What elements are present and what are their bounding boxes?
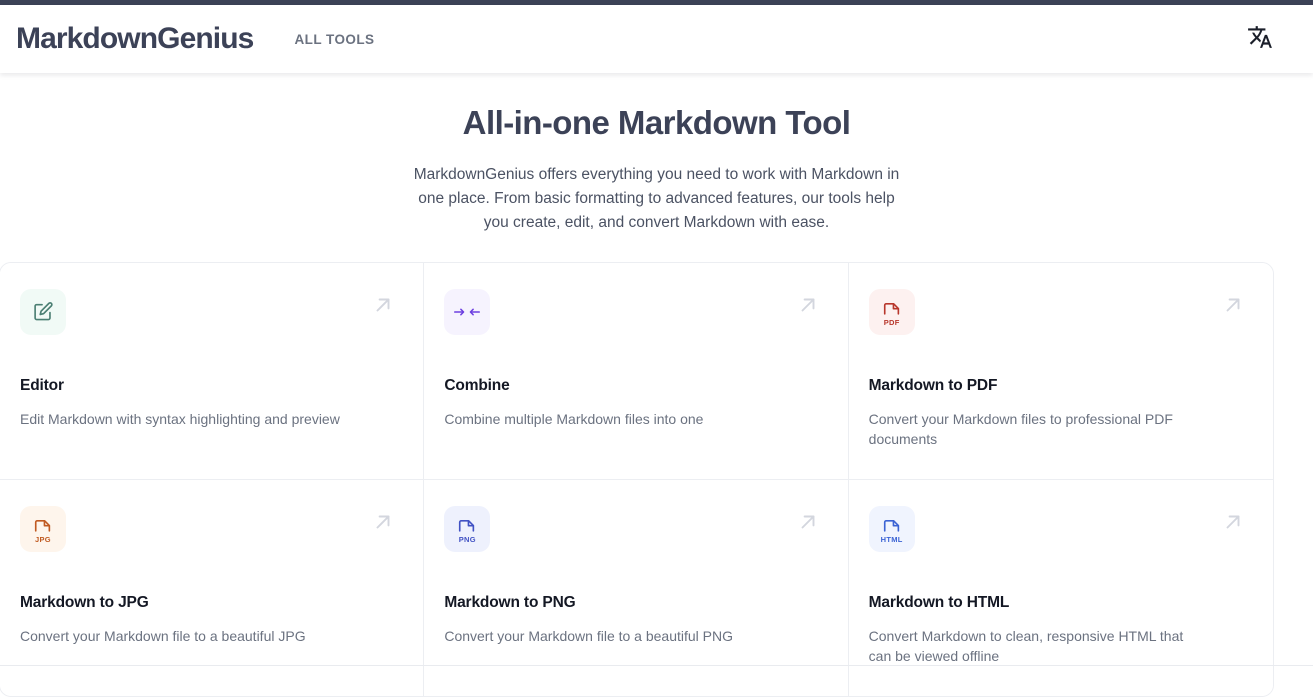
tool-card-title: Editor [20,377,64,394]
grid-bottom-divider [0,665,1313,666]
tool-icon-glyph [452,297,482,327]
nav-link-all-tools[interactable]: ALL TOOLS [294,32,374,47]
tool-card[interactable]: PDF Markdown to PDF Convert your Markdown … [848,263,1273,480]
tool-card-description: Convert your Markdown file to a beautifu… [444,628,734,644]
tool-icon-glyph: PNG [452,514,482,544]
tool-icon-glyph: JPG [28,514,58,544]
hero-subtitle: MarkdownGenius offers everything you nee… [413,166,900,232]
language-switcher-button[interactable] [1243,22,1277,56]
merge-arrows-icon [444,289,491,335]
tool-card-description: Convert your Markdown file to a beautifu… [20,628,306,644]
arrow-up-right-icon[interactable] [796,293,820,322]
tool-card-title: Markdown to PNG [444,594,576,611]
png-file-icon: PNG [444,506,491,552]
file-type-badge: PNG [458,534,476,544]
tool-icon-glyph: PDF [877,297,907,327]
tool-grid: Editor Edit Markdown with syntax highligh… [0,262,1274,697]
file-type-badge: PDF [883,317,900,327]
html-file-icon: HTML [868,506,915,552]
hero-section: All-in-one Markdown Tool MarkdownGenius … [0,73,1313,235]
tool-card-title: Markdown to PDF [868,377,998,394]
tool-card-title: Combine [444,377,510,394]
arrow-up-right-icon[interactable] [1221,510,1245,539]
arrow-up-right-icon[interactable] [371,510,395,539]
tool-card-description: Convert Markdown to clean, responsive HT… [868,628,1184,664]
tool-card-title: Markdown to HTML [868,594,1010,611]
tool-card[interactable]: Editor Edit Markdown with syntax highligh… [0,263,425,480]
page-title: All-in-one Markdown Tool [462,104,851,141]
arrow-up-right-icon[interactable] [796,510,820,539]
arrow-up-right-icon[interactable] [371,293,395,322]
file-type-badge: HTML [880,534,903,544]
brand-logo[interactable]: MarkdownGenius [16,24,254,54]
tool-card-description: Convert your Markdown files to professio… [868,411,1173,447]
site-header: MarkdownGenius ALL TOOLS [0,5,1313,73]
tool-card[interactable]: JPG Markdown to JPG Convert your Markdown … [0,480,425,696]
tool-card-description: Edit Markdown with syntax highlighting a… [20,411,340,427]
pdf-file-icon: PDF [868,289,915,335]
tool-card[interactable]: Combine Combine multiple Markdown files i… [424,263,849,480]
file-type-badge: JPG [35,534,51,544]
pencil-square-icon [20,289,66,335]
tool-icon-glyph: HTML [877,514,907,544]
tool-card-description: Combine multiple Markdown files into one [444,411,704,427]
tool-card[interactable]: PNG Markdown to PNG Convert your Markdown … [424,480,849,696]
tool-icon-glyph [28,297,58,327]
translate-icon [1247,24,1273,55]
tool-card-title: Markdown to JPG [20,594,149,611]
jpg-file-icon: JPG [20,506,66,552]
arrow-up-right-icon[interactable] [1221,293,1245,322]
tool-card[interactable]: HTML Markdown to HTML Convert Markdown to … [848,480,1273,696]
